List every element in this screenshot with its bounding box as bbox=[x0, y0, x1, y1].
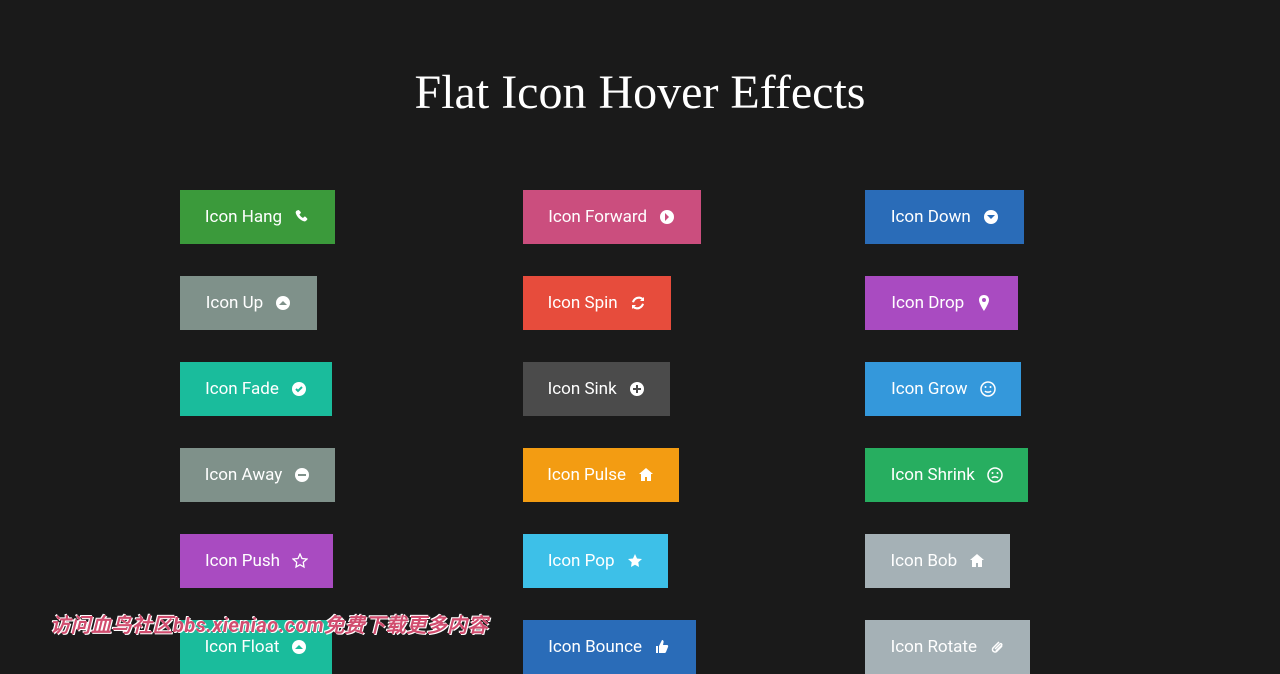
button-label: Icon Pop bbox=[548, 551, 615, 571]
watermark-text: 访问血鸟社区bbs.xieniao.com免费下载更多内容 bbox=[50, 609, 488, 638]
icon-pulse-button[interactable]: Icon Pulse bbox=[523, 448, 679, 502]
button-label: Icon Grow bbox=[891, 379, 967, 399]
button-label: Icon Bounce bbox=[548, 637, 642, 657]
arrow-right-icon bbox=[659, 209, 675, 225]
button-grid: Icon Hang Icon Forward Icon Down Icon Up Ico… bbox=[160, 190, 1120, 674]
icon-sink-button[interactable]: Icon Sink bbox=[523, 362, 670, 416]
button-label: Icon Hang bbox=[205, 207, 282, 227]
home-icon bbox=[638, 467, 654, 483]
button-label: Icon Bob bbox=[891, 551, 958, 571]
frown-icon bbox=[987, 467, 1003, 483]
button-label: Icon Float bbox=[205, 637, 280, 657]
thumbs-up-icon bbox=[654, 639, 670, 655]
star-fill-icon bbox=[627, 553, 643, 569]
phone-icon bbox=[294, 209, 310, 225]
check-icon bbox=[291, 381, 307, 397]
icon-up-button[interactable]: Icon Up bbox=[180, 276, 317, 330]
icon-spin-button[interactable]: Icon Spin bbox=[523, 276, 671, 330]
icon-drop-button[interactable]: Icon Drop bbox=[865, 276, 1018, 330]
home-icon bbox=[969, 553, 985, 569]
icon-push-button[interactable]: Icon Push bbox=[180, 534, 333, 588]
icon-away-button[interactable]: Icon Away bbox=[180, 448, 335, 502]
arrow-up-icon bbox=[275, 295, 291, 311]
button-label: Icon Spin bbox=[548, 293, 618, 313]
icon-fade-button[interactable]: Icon Fade bbox=[180, 362, 332, 416]
button-label: Icon Sink bbox=[548, 379, 617, 399]
icon-shrink-button[interactable]: Icon Shrink bbox=[865, 448, 1028, 502]
icon-bob-button[interactable]: Icon Bob bbox=[865, 534, 1010, 588]
icon-bounce-button[interactable]: Icon Bounce bbox=[523, 620, 696, 674]
icon-pop-button[interactable]: Icon Pop bbox=[523, 534, 668, 588]
button-label: Icon Push bbox=[205, 551, 280, 571]
page-title: Flat Icon Hover Effects bbox=[160, 65, 1120, 120]
arrow-down-icon bbox=[983, 209, 999, 225]
smile-icon bbox=[980, 381, 996, 397]
refresh-icon bbox=[630, 295, 646, 311]
button-label: Icon Down bbox=[891, 207, 971, 227]
icon-down-button[interactable]: Icon Down bbox=[865, 190, 1024, 244]
arrow-up-icon bbox=[291, 639, 307, 655]
button-label: Icon Away bbox=[205, 465, 283, 485]
star-icon bbox=[292, 553, 308, 569]
button-label: Icon Up bbox=[206, 293, 263, 313]
icon-forward-button[interactable]: Icon Forward bbox=[523, 190, 701, 244]
button-label: Icon Rotate bbox=[891, 637, 977, 657]
plus-icon bbox=[629, 381, 645, 397]
button-label: Icon Fade bbox=[205, 379, 279, 399]
button-label: Icon Shrink bbox=[891, 465, 975, 485]
button-label: Icon Drop bbox=[891, 293, 964, 313]
icon-hang-button[interactable]: Icon Hang bbox=[180, 190, 335, 244]
button-label: Icon Pulse bbox=[547, 465, 626, 485]
icon-grow-button[interactable]: Icon Grow bbox=[865, 362, 1021, 416]
clip-icon bbox=[989, 639, 1005, 655]
button-label: Icon Forward bbox=[548, 207, 647, 227]
icon-rotate-button[interactable]: Icon Rotate bbox=[865, 620, 1030, 674]
minus-icon bbox=[294, 467, 310, 483]
pin-icon bbox=[976, 295, 992, 311]
